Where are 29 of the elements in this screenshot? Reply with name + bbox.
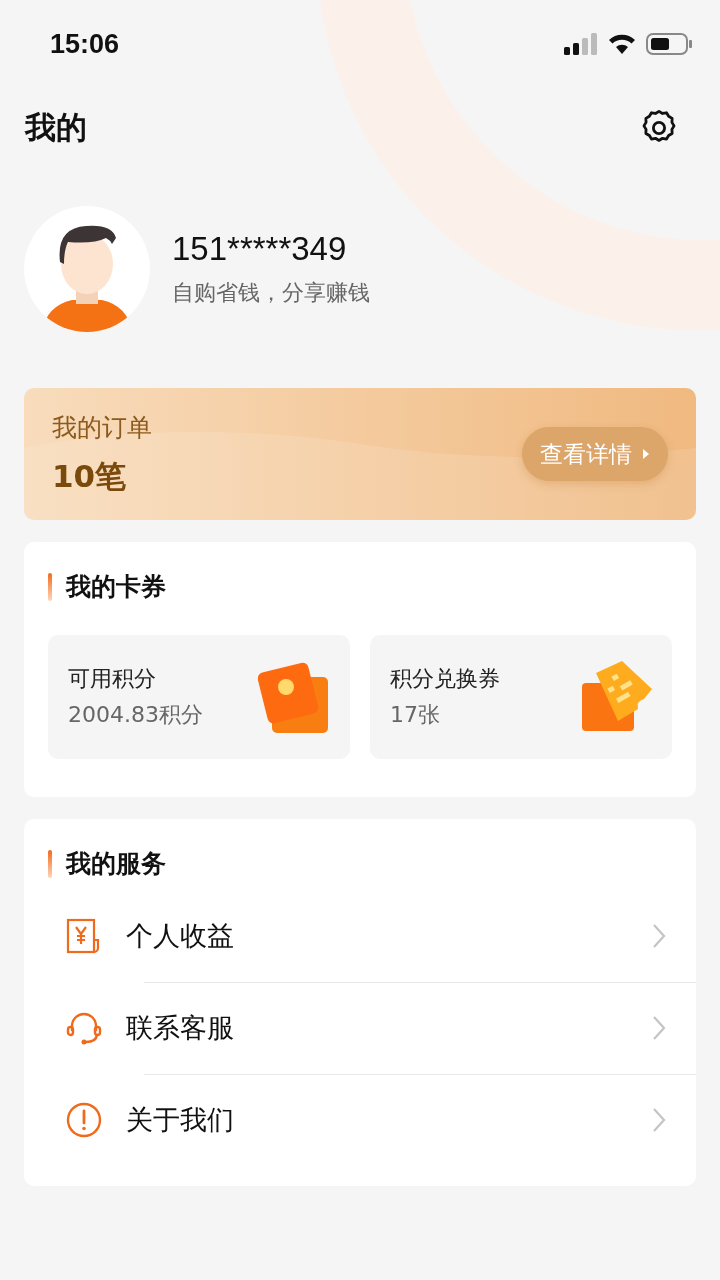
battery-icon (646, 33, 692, 55)
slogan: 自购省钱，分享赚钱 (172, 279, 370, 307)
coupon-card[interactable]: 可用积分 2004.83积分 (48, 635, 350, 759)
coupon-value: 2004.83积分 (68, 701, 203, 729)
phone-number: 151*****349 (172, 230, 348, 268)
coupon-label: 积分兑换券 (390, 665, 500, 693)
chevron-icon (652, 1107, 666, 1133)
receipt-icon (66, 918, 102, 954)
page-title: 我的 (25, 108, 87, 147)
wifi-icon (608, 33, 636, 55)
service-item[interactable]: 个人收益 (48, 890, 672, 982)
status-time: 15:06 (50, 28, 120, 60)
chevron-icon (652, 923, 666, 949)
coupon-value: 17张 (390, 701, 441, 729)
section-title: 我的卡券 (66, 571, 166, 603)
orders-count: 10笔 (52, 456, 128, 496)
chevron-icon (652, 1015, 666, 1041)
orders-title: 我的订单 (52, 411, 152, 444)
headset-icon (66, 1010, 102, 1046)
service-label: 联系客服 (126, 1011, 235, 1045)
caret-icon (642, 448, 650, 460)
info-icon (66, 1102, 102, 1138)
service-label: 个人收益 (126, 919, 235, 953)
orders-card[interactable]: 我的订单 10笔 查看详情 (24, 388, 696, 520)
signal-icon (564, 33, 598, 55)
section-title: 我的服务 (66, 848, 166, 880)
service-label: 关于我们 (126, 1103, 235, 1137)
coupon-card[interactable]: 积分兑换券 17张 (370, 635, 672, 759)
coupon-label: 可用积分 (68, 665, 157, 693)
